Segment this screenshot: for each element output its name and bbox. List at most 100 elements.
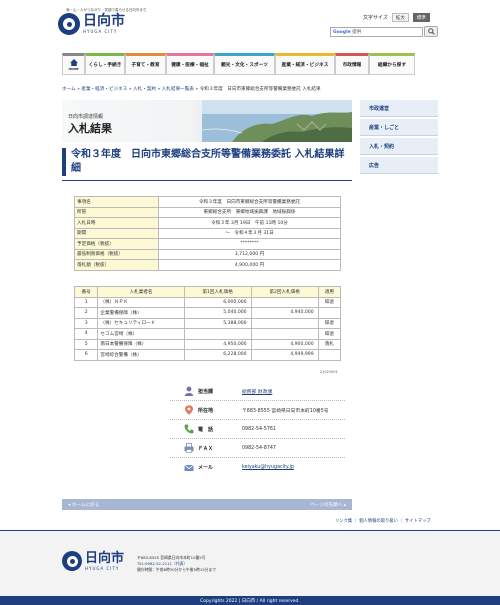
table-row: 6 宮崎綜合警備（株） 6,228,000 4,949,999 <box>73 349 342 361</box>
first-bid-price: 6,000,000 <box>183 296 252 308</box>
home-icon <box>69 59 78 66</box>
footer-nav-bar: ◂ ホームに戻る ページの先頭へ ▴ <box>62 499 352 510</box>
contact-tel-value: 0982-54-5761 <box>242 426 276 432</box>
text-size-label: 文字サイズ <box>363 15 388 21</box>
footer-logo[interactable]: 日向市 HYUGA CITY <box>62 551 124 571</box>
nav-item-health[interactable]: 健康・医療・福祉 <box>166 53 214 75</box>
nav-item-organization[interactable]: 組織から探す <box>369 53 415 75</box>
summary-value: 東郷総合支所 東郷地域振興課 地域振興係 <box>158 206 341 218</box>
text-size-control: 文字サイズ 拡大 標準 <box>363 13 430 22</box>
nav-item-citygov[interactable]: 市政情報 <box>335 53 369 75</box>
city-emblem-icon <box>58 13 80 35</box>
nav-home[interactable]: HOME <box>62 53 85 75</box>
first-bid-price: 5,040,000 <box>183 307 252 319</box>
contact-dept-row: 担当課 総務部 財政課 <box>170 382 345 401</box>
col-number: 番号 <box>73 286 99 298</box>
phone-icon <box>184 424 194 434</box>
nav-item-tourism[interactable]: 観光・文化・スポーツ <box>214 53 275 75</box>
search-provider-suffix: 提供 <box>352 30 362 35</box>
contact-fax-row: ＦＡＸ 0982-54-8747 <box>170 439 345 458</box>
nav-item-life[interactable]: くらし・手続き <box>85 53 125 75</box>
bidder-name: セコム宮崎（株） <box>97 328 185 340</box>
search-button[interactable] <box>424 26 438 37</box>
page-banner: 日向市調達情報 入札結果 <box>62 100 352 142</box>
breadcrumb-bidding[interactable]: 入札・契約 <box>133 87 156 92</box>
global-nav: HOME くらし・手続き 子育て・教育 健康・医療・福祉 観光・文化・スポーツ … <box>62 53 438 75</box>
side-item-advertising[interactable]: 広告 <box>360 157 438 174</box>
bid-remarks: 辞退 <box>317 317 342 329</box>
banner-subtitle: 日向市調達情報 <box>68 114 104 120</box>
banner-title: 入札結果 <box>68 122 112 135</box>
summary-label: 最低制限価格（税抜） <box>74 248 159 260</box>
summary-label: 予定価格（税抜） <box>74 238 159 250</box>
bid-remarks: 辞退 <box>317 328 342 340</box>
logo-roman: HYUGA CITY <box>83 29 118 34</box>
summary-value: 3,712,000 円 <box>158 248 341 260</box>
table-row: 5 南日本警備保障（株） 4,950,000 4,900,000 落札 <box>73 338 342 350</box>
summary-row: 所管 東郷総合支所 東郷地域振興課 地域振興係 <box>74 206 341 218</box>
table-row: 2 企業警備保障（株） 5,040,000 4,940,000 <box>73 307 342 319</box>
summary-value: 令和３年度 日向市東郷総合支所等警備業務委託 <box>158 196 341 208</box>
summary-row: 入札日時 令和３年 3月 19日 午前 11時 10分 <box>74 217 341 229</box>
text-size-large-button[interactable]: 拡大 <box>391 13 409 22</box>
first-bid-price: 6,228,000 <box>183 349 252 361</box>
nav-item-childcare[interactable]: 子育て・教育 <box>125 53 166 75</box>
col-remarks: 適用 <box>317 286 342 298</box>
bid-remarks: 落札 <box>317 338 342 350</box>
logo-kanji: 日向市 <box>83 13 125 29</box>
summary-value: ～ 令和４年３月 31日 <box>158 227 341 239</box>
bid-number: 3 <box>73 317 99 329</box>
contact-mail-link[interactable]: keiyaku@hyugacity.jp <box>242 465 294 470</box>
map-pin-icon <box>185 405 193 415</box>
side-item-city-admin[interactable]: 市政運営 <box>360 100 438 117</box>
contact-dept-link[interactable]: 総務部 財政課 <box>242 388 272 395</box>
col-bidder: 入札業者名 <box>97 286 185 298</box>
side-item-bidding[interactable]: 入札・契約 <box>360 138 438 155</box>
page-top-link[interactable]: ページの先頭へ ▴ <box>310 502 346 508</box>
contact-fax-value: 0982-54-8747 <box>242 445 276 451</box>
side-item-industry-jobs[interactable]: 産業・しごと <box>360 119 438 136</box>
footer-hours: 開庁時間：午前8時30分から午後5時15分まで <box>137 567 217 572</box>
table-header-row: 番号 入札業者名 第1回入札価格 第2回入札価格 適用 <box>73 286 342 298</box>
page-top-label: ページの先頭へ <box>310 502 343 508</box>
col-second-bid: 第2回入札価格 <box>250 286 319 298</box>
summary-label: 所管 <box>74 206 159 218</box>
breadcrumb-bid-results[interactable]: 入札結果一覧表 <box>162 87 194 92</box>
footer-logo-roman: HYUGA CITY <box>85 566 120 571</box>
back-home-link[interactable]: ◂ ホームに戻る <box>68 502 99 508</box>
summary-row: 最低制限価格（税抜） 3,712,000 円 <box>74 248 341 260</box>
contact-mail-row: メール keiyaku@hyugacity.jp <box>170 458 345 477</box>
title-divider <box>62 180 352 181</box>
bid-summary-table: 事項名 令和３年度 日向市東郷総合支所等警備業務委託 所管 東郷総合支所 東郷地域振興… <box>74 196 341 271</box>
site-logo[interactable]: 日向市 HYUGA CITY <box>58 13 125 35</box>
search-icon <box>427 28 435 35</box>
contact-address-row: 所在地 〒883-8555 宮崎県日向市本町10番5号 <box>170 401 345 420</box>
google-brand: Google <box>333 30 351 35</box>
col-first-bid: 第1回入札価格 <box>183 286 252 298</box>
bid-number: 4 <box>73 328 99 340</box>
page-title: 令和３年度 日向市東郷総合支所等警備業務委託 入札結果詳細 <box>62 148 352 176</box>
footer-links[interactable]: リンク集 ｜ 個人情報の取り扱い ｜ サイトマップ <box>335 518 431 524</box>
bidder-name: （株）ＮＰＫ <box>97 296 185 308</box>
breadcrumb-industry[interactable]: 産業・経済・ビジネス <box>81 87 127 92</box>
second-bid-price: 4,949,999 <box>250 349 319 361</box>
second-bid-price: 4,940,000 <box>250 307 319 319</box>
nav-item-industry[interactable]: 産業・経済・ビジネス <box>275 53 335 75</box>
person-icon <box>184 386 194 396</box>
first-bid-price: 5,388,000 <box>183 317 252 329</box>
summary-value: 4,900,000 円 <box>158 259 341 271</box>
bid-number: 1 <box>73 296 99 308</box>
bidder-name: 宮崎綜合警備（株） <box>97 349 185 361</box>
summary-label: 入札日時 <box>74 217 159 229</box>
document-number: 21021901 <box>320 370 338 374</box>
copyright: Copyrights 2022 | 日向市 / All right reserv… <box>0 596 500 605</box>
first-bid-price: 4,950,000 <box>183 338 252 350</box>
bid-remarks: 辞退 <box>317 296 342 308</box>
breadcrumb-home[interactable]: ホーム <box>62 87 76 92</box>
footer-emblem-icon <box>62 551 82 571</box>
contact-dept-label: 担当課 <box>198 388 214 395</box>
search-input[interactable]: Google 提供 <box>330 27 423 37</box>
bid-number: 6 <box>73 349 99 361</box>
text-size-standard-button[interactable]: 標準 <box>412 13 430 22</box>
summary-row: 事項名 令和３年度 日向市東郷総合支所等警備業務委託 <box>74 196 341 208</box>
